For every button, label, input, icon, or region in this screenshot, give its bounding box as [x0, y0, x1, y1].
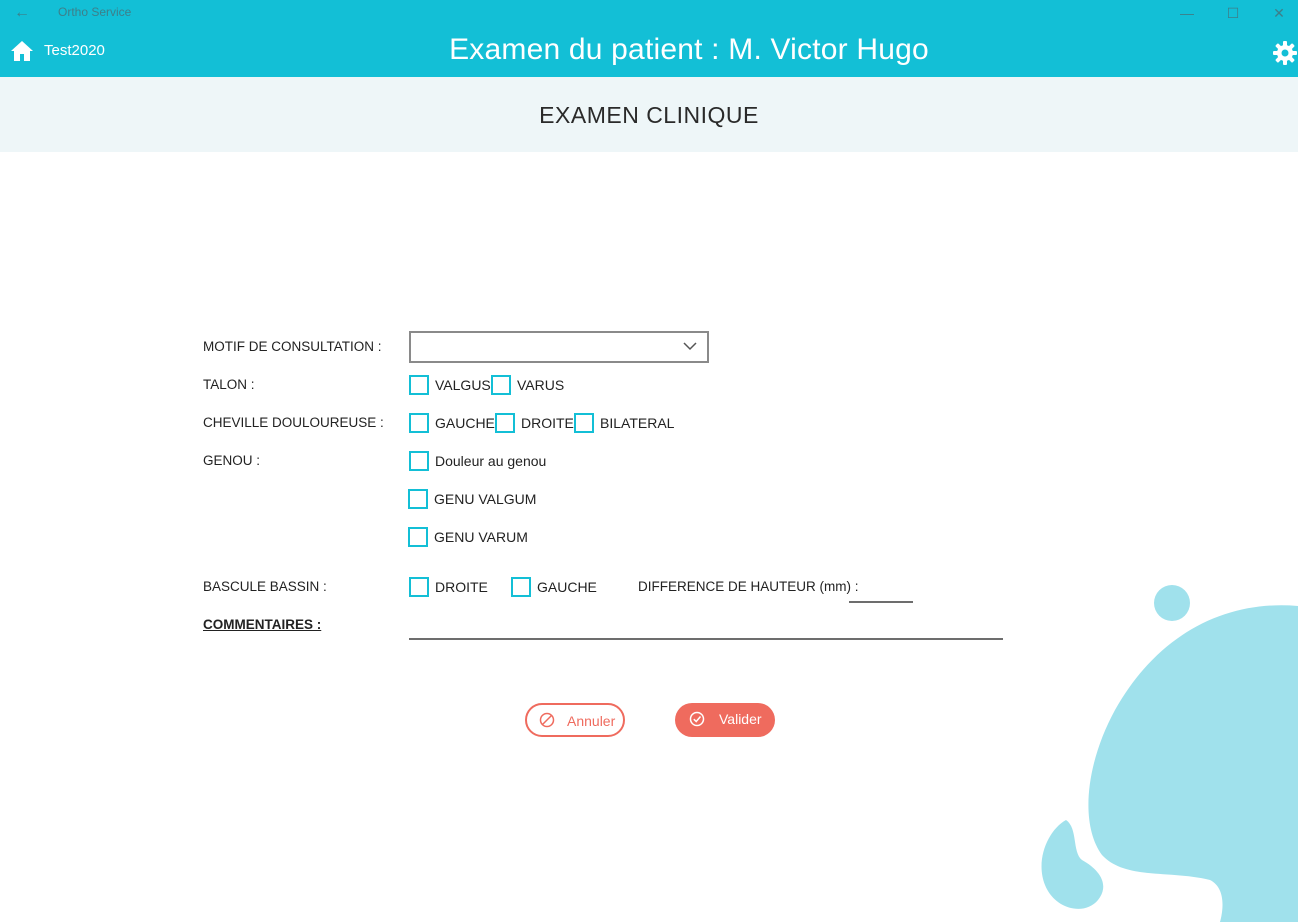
commentaires-input[interactable] [409, 615, 1003, 640]
genu-varum-checkbox[interactable] [408, 527, 428, 547]
check-circle-icon [689, 711, 705, 727]
talon-varus-checkbox[interactable] [491, 375, 511, 395]
chevron-down-icon [683, 342, 697, 351]
cheville-gauche-label[interactable]: GAUCHE [435, 415, 495, 431]
page-title: Examen du patient : M. Victor Hugo [449, 33, 929, 66]
motif-label: MOTIF DE CONSULTATION : [203, 339, 382, 354]
validate-label: Valider [719, 711, 762, 727]
cheville-label: CHEVILLE DOULOUREUSE : [203, 415, 384, 430]
cheville-bilateral-checkbox[interactable] [574, 413, 594, 433]
difference-hauteur-input[interactable] [849, 581, 913, 603]
gear-icon[interactable] [1272, 40, 1298, 66]
section-title: EXAMEN CLINIQUE [539, 102, 759, 128]
genou-douleur-checkbox[interactable] [409, 451, 429, 471]
genu-valgum-label[interactable]: GENU VALGUM [434, 491, 536, 507]
talon-varus-label[interactable]: VARUS [517, 377, 564, 393]
bassin-gauche-label[interactable]: GAUCHE [537, 579, 597, 595]
cancel-icon [539, 712, 555, 728]
talon-valgus-checkbox[interactable] [409, 375, 429, 395]
validate-button[interactable]: Valider [675, 703, 775, 737]
cheville-droite-checkbox[interactable] [495, 413, 515, 433]
bassin-droite-checkbox[interactable] [409, 577, 429, 597]
genu-valgum-checkbox[interactable] [408, 489, 428, 509]
app-header: ← Ortho Service — ☐ ✕ Test2020 Examen du… [0, 0, 1298, 77]
difference-hauteur-label: DIFFERENCE DE HAUTEUR (mm) : [638, 579, 859, 594]
motif-dropdown[interactable] [409, 331, 709, 363]
genou-label: GENOU : [203, 453, 261, 468]
talon-label: TALON : [203, 377, 255, 392]
cheville-bilateral-label[interactable]: BILATERAL [600, 415, 674, 431]
genou-douleur-label[interactable]: Douleur au genou [435, 453, 546, 469]
close-button[interactable]: ✕ [1256, 2, 1298, 24]
window-back-button[interactable]: ← [10, 3, 34, 23]
minimize-button[interactable]: — [1164, 2, 1210, 24]
talon-valgus-label[interactable]: VALGUS [435, 377, 491, 393]
cancel-label: Annuler [567, 713, 616, 729]
maximize-button[interactable]: ☐ [1210, 2, 1256, 24]
window-title: Ortho Service [58, 5, 132, 19]
bassin-droite-label[interactable]: DROITE [435, 579, 488, 595]
decorative-blobs [1041, 585, 1298, 922]
cheville-droite-label[interactable]: DROITE [521, 415, 574, 431]
bassin-label: BASCULE BASSIN : [203, 579, 327, 594]
genu-varum-label[interactable]: GENU VARUM [434, 529, 528, 545]
commentaires-label: COMMENTAIRES : [203, 617, 322, 632]
cheville-gauche-checkbox[interactable] [409, 413, 429, 433]
bassin-gauche-checkbox[interactable] [511, 577, 531, 597]
cancel-button[interactable]: Annuler [525, 703, 625, 737]
